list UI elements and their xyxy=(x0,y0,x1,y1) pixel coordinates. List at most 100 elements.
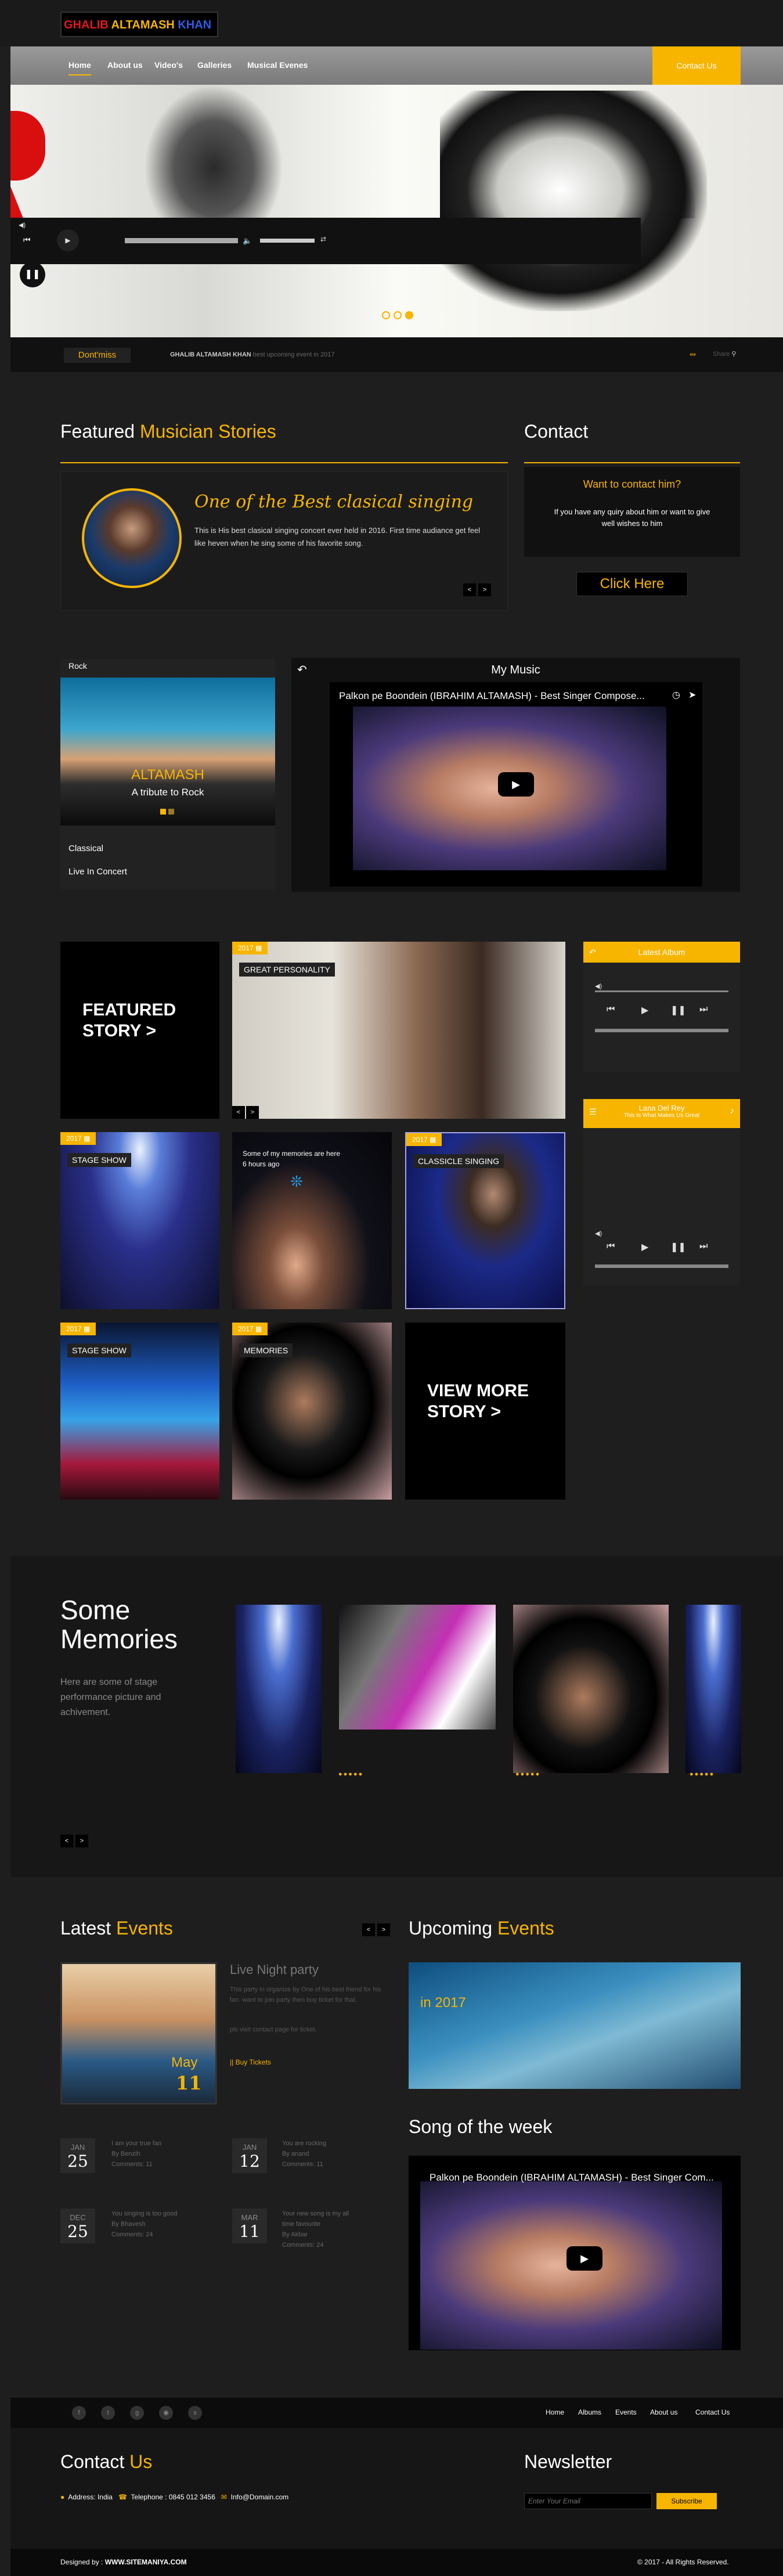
instagram-icon[interactable]: ◉ xyxy=(159,2406,173,2420)
next-arrow-icon[interactable]: > xyxy=(246,1106,259,1119)
prev-arrow-icon[interactable]: < xyxy=(232,1106,245,1119)
rewind-icon[interactable]: ⏮ xyxy=(23,235,31,245)
skype-icon[interactable]: s xyxy=(188,2406,202,2420)
subscribe-button[interactable]: Subscribe xyxy=(656,2493,717,2509)
newsletter-email-input[interactable] xyxy=(524,2493,652,2509)
prev-arrow-icon[interactable]: < xyxy=(463,583,476,596)
nav-musical-events[interactable]: Musical Evenes xyxy=(247,60,308,70)
album-progress[interactable] xyxy=(595,990,728,992)
memories-label: MEMORIES xyxy=(239,1343,293,1357)
share-arrow-icon[interactable]: ➤ xyxy=(688,689,696,701)
footer-link-contact[interactable]: Contact Us xyxy=(695,2408,730,2416)
tweet-tile[interactable]: Some of my memories are here 6 hours ago … xyxy=(232,1132,392,1309)
event-item[interactable]: I am your true fan By Benzih Comments: 11 xyxy=(111,2138,181,2170)
hero-audio-player: ◀) ⏮ ▶ 🔈 ⇄ xyxy=(10,218,641,264)
contact-us-button[interactable]: Contact Us xyxy=(652,46,741,85)
volume-slider[interactable] xyxy=(260,239,315,243)
event-item[interactable]: You are rocking By anand Comments: 11 xyxy=(282,2138,352,2170)
great-personality-tile[interactable]: 2017 ▩ GREAT PERSONALITY < > xyxy=(232,942,565,1119)
twitter-icon[interactable]: ❊ xyxy=(290,1173,303,1191)
next-arrow-icon[interactable]: > xyxy=(75,1835,88,1847)
site-logo[interactable]: GHALIB ALTAMASH KHAN xyxy=(60,12,218,37)
next-track-icon[interactable]: ⏭ xyxy=(699,1004,708,1015)
footer-link-albums[interactable]: Albums xyxy=(578,2408,601,2416)
email-icon: ✉ xyxy=(221,2493,227,2501)
pause-icon[interactable]: ❚❚ xyxy=(670,1241,686,1253)
prev-arrow-icon[interactable]: < xyxy=(60,1835,73,1847)
share-icon[interactable]: ⥈ xyxy=(690,349,696,359)
memory-photo-2[interactable] xyxy=(339,1605,496,1730)
video-play-icon[interactable]: ▶ xyxy=(498,772,534,797)
next-track-icon[interactable]: ⏭ xyxy=(699,1241,708,1252)
video-play-icon[interactable]: ▶ xyxy=(566,2246,602,2271)
memory-photo-3[interactable] xyxy=(513,1605,669,1773)
prev-track-icon[interactable]: ⏮ xyxy=(607,1241,615,1252)
play-icon[interactable]: ▶ xyxy=(641,1241,648,1253)
share-search[interactable]: Share ⚲ xyxy=(713,350,736,358)
progress-bar[interactable] xyxy=(125,238,238,243)
clock-icon[interactable]: ◷ xyxy=(672,689,680,701)
twitter-icon[interactable]: t xyxy=(101,2406,115,2420)
song-week-video[interactable]: Palkon pe Boondein (IBRAHIM ALTAMASH) - … xyxy=(409,2156,741,2350)
event-item[interactable]: Your new song is my all time favourite By… xyxy=(282,2208,352,2250)
upcoming-banner[interactable]: in 2017 xyxy=(409,1962,741,2089)
memory-photo-4[interactable] xyxy=(685,1605,741,1773)
speaker-icon[interactable]: ◀) xyxy=(595,1230,602,1237)
footer-link-events[interactable]: Events xyxy=(615,2408,637,2416)
slider-dot-active[interactable] xyxy=(405,311,413,319)
memories-tile[interactable]: 2017 ▩ MEMORIES xyxy=(232,1323,392,1500)
my-music-video[interactable]: Palkon pe Boondein (IBRAHIM ALTAMASH) - … xyxy=(330,682,702,887)
shuffle-icon[interactable]: ⇄ xyxy=(320,235,326,243)
rock-category-live[interactable]: Live In Concert xyxy=(68,867,127,877)
google-plus-icon[interactable]: g xyxy=(130,2406,144,2420)
nav-about[interactable]: About us xyxy=(107,60,143,70)
play-icon[interactable]: ▶ xyxy=(641,1004,648,1016)
rock-card[interactable]: Rock ALTAMASH A tribute to Rock Classica… xyxy=(60,659,275,889)
featured-story-tile[interactable]: FEATURED STORY > xyxy=(60,942,219,1119)
slider-dot[interactable] xyxy=(394,311,402,319)
footer-link-home[interactable]: Home xyxy=(546,2408,564,2416)
next-arrow-icon[interactable]: > xyxy=(377,1923,390,1936)
contact-question: Want to contact him? xyxy=(583,478,681,490)
pause-icon[interactable]: ❚❚ xyxy=(670,1004,686,1016)
slider-dot[interactable] xyxy=(382,311,390,319)
classicle-singing-tile[interactable]: 2017 ▩ CLASSICLE SINGING xyxy=(405,1132,565,1309)
footer-email[interactable]: Info@Domain.com xyxy=(231,2493,289,2501)
rock-dot-active[interactable] xyxy=(160,809,166,815)
hero-slider[interactable]: ◀) ⏮ ▶ 🔈 ⇄ ❚❚ xyxy=(10,85,783,337)
video-title[interactable]: Palkon pe Boondein (IBRAHIM ALTAMASH) - … xyxy=(339,690,645,702)
album-volume[interactable] xyxy=(595,1029,728,1032)
featured-heading: Featured Musician Stories xyxy=(60,421,276,442)
buy-tickets-link[interactable]: || Buy Tickets xyxy=(230,2058,271,2066)
nav-videos[interactable]: Video's xyxy=(154,60,183,70)
next-arrow-icon[interactable]: > xyxy=(478,583,491,596)
song-week-video-title[interactable]: Palkon pe Boondein (IBRAHIM ALTAMASH) - … xyxy=(430,2172,714,2184)
prev-track-icon[interactable]: ⏮ xyxy=(607,1004,615,1015)
event-title[interactable]: Live Night party xyxy=(230,1962,319,1977)
rock-category-classical[interactable]: Classical xyxy=(68,844,103,853)
volume-icon[interactable]: 🔈 xyxy=(243,236,252,246)
dont-miss-ticker[interactable]: GHALIB ALTAMASH KHAN best upcoming event… xyxy=(170,351,334,358)
speaker-icon[interactable]: ◀) xyxy=(19,221,26,229)
click-here-button[interactable]: Click Here xyxy=(576,572,688,596)
slider-pause-button[interactable]: ❚❚ xyxy=(20,262,45,287)
speaker-icon[interactable]: ◀) xyxy=(595,982,602,990)
event-photo[interactable]: May 11 xyxy=(60,1962,217,2105)
rock-dot[interactable] xyxy=(168,809,174,815)
memory-photo-1[interactable] xyxy=(236,1605,322,1773)
view-more-story-tile[interactable]: VIEW MORE STORY > xyxy=(405,1323,565,1500)
facebook-icon[interactable]: f xyxy=(72,2406,86,2420)
event-item[interactable]: You singing is too good By Bhavesh Comment… xyxy=(111,2208,181,2240)
stage-show-tile[interactable]: 2017 ▩ STAGE SHOW xyxy=(60,1132,219,1309)
nav-home[interactable]: Home xyxy=(68,60,91,75)
memories-desc: Here are some of stage performance pictu… xyxy=(60,1677,161,1717)
footer-link-about[interactable]: About us xyxy=(650,2408,677,2416)
contact-heading: Contact xyxy=(524,421,589,442)
play-button[interactable]: ▶ xyxy=(57,229,79,251)
prev-arrow-icon[interactable]: < xyxy=(362,1923,375,1936)
nav-galleries[interactable]: Galleries xyxy=(197,60,232,70)
camera-icon: ▩ xyxy=(430,1136,436,1144)
lana-volume[interactable] xyxy=(595,1264,728,1268)
stage-show-tile-2[interactable]: 2017 ▩ STAGE SHOW xyxy=(60,1323,219,1500)
designer-link[interactable]: WWW.SITEMANIYA.COM xyxy=(105,2558,187,2566)
